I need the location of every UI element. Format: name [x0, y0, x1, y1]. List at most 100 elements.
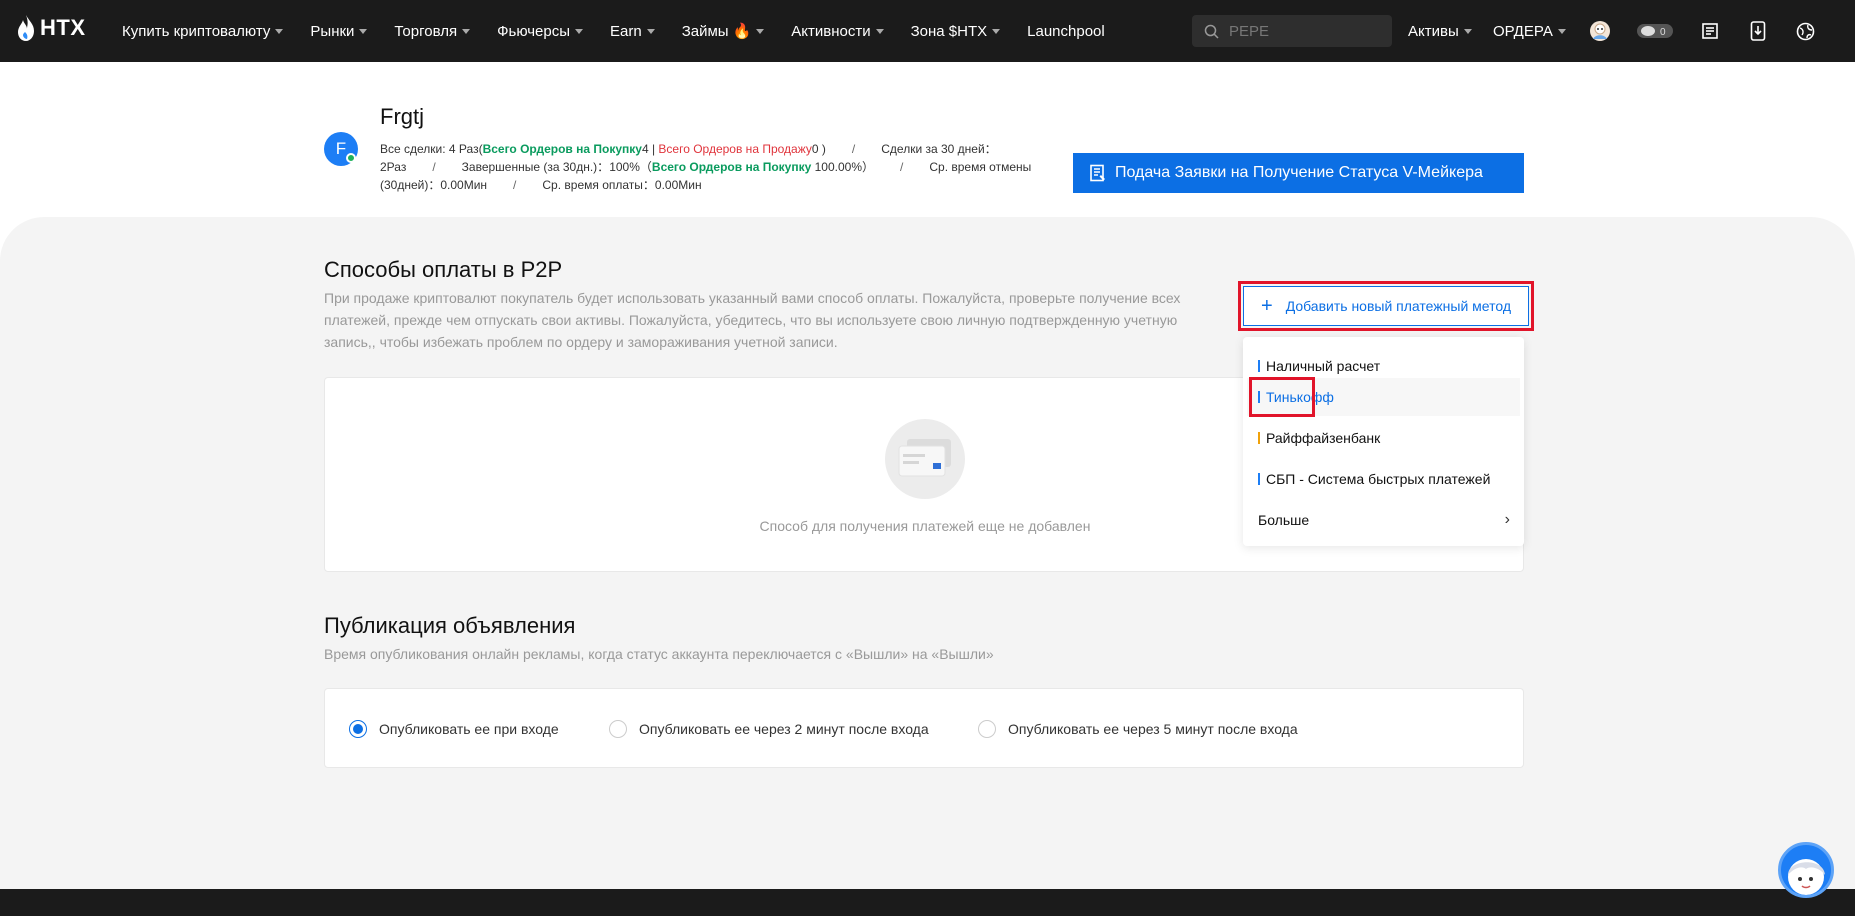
option-label: Райффайзенбанк	[1266, 430, 1381, 446]
slash-separator: /	[851, 142, 856, 156]
merchant-stats: Все сделки: 4 Раз(Всего Ордеров на Покуп…	[380, 140, 1072, 194]
plus-icon: +	[1261, 295, 1273, 317]
menu-activities[interactable]: Активности	[791, 22, 884, 40]
orders-label: ОРДЕРА	[1493, 22, 1553, 40]
top-navbar: HTX Купить криптовалюту Рынки Торговля Ф…	[0, 0, 1855, 62]
brand-name: HTX	[40, 15, 86, 40]
caret-down-icon	[646, 28, 655, 34]
download-app-icon[interactable]	[1746, 19, 1770, 43]
menu-loans[interactable]: Займы 🔥	[682, 22, 765, 40]
caret-down-icon	[875, 28, 884, 34]
total-buy-value: 4	[641, 142, 649, 156]
menu-earn[interactable]: Earn	[610, 23, 655, 40]
menu-trade[interactable]: Торговля	[394, 22, 471, 40]
slash-separator: /	[513, 178, 517, 192]
slash-separator: /	[900, 160, 904, 174]
radio-label: Опубликовать ее через 2 минут после вход…	[639, 721, 929, 737]
fire-icon: 🔥	[732, 23, 752, 40]
radio-selected-icon	[349, 720, 367, 738]
caret-down-icon	[992, 28, 1001, 34]
menu-futures[interactable]: Фьючерсы	[497, 22, 584, 40]
menu-label: Торговля	[394, 22, 458, 40]
publication-options-card: Опубликовать ее при входе Опубликовать е…	[324, 688, 1524, 768]
open-paren: （	[639, 160, 652, 174]
publish-after-2min-radio[interactable]: Опубликовать ее через 2 минут после вход…	[609, 720, 929, 738]
menu-label: Активности	[791, 22, 871, 40]
menu-label: Займы	[681, 22, 729, 40]
search-input[interactable]	[1229, 22, 1379, 40]
pipe-separator: |	[648, 142, 659, 156]
caret-down-icon	[275, 28, 284, 34]
radio-unselected-icon	[978, 720, 996, 738]
radio-label: Опубликовать ее при входе	[379, 721, 559, 737]
option-marker	[1258, 360, 1260, 372]
avg-cancel-value: 0.00Мин	[440, 178, 488, 192]
menu-label: Фьючерсы	[497, 22, 571, 40]
add-payment-method-label: Добавить новый платежный метод	[1285, 298, 1512, 314]
payment-methods-title: Способы оплаты в P2P	[324, 257, 563, 282]
option-label: Наличный расчет	[1266, 358, 1381, 374]
caret-down-icon	[1557, 28, 1566, 34]
empty-card-illustration-icon	[885, 419, 965, 499]
main-menu: Купить криптовалюту Рынки Торговля Фьюче…	[122, 0, 1132, 62]
publish-on-login-radio[interactable]: Опубликовать ее при входе	[349, 720, 559, 738]
total-sell-value: 0	[811, 142, 819, 156]
menu-label: Купить криптовалюту	[122, 22, 271, 40]
completed-buy-value: 100.00%	[814, 160, 862, 174]
close-paren: )	[818, 142, 826, 156]
completed-value: 100%	[609, 160, 640, 174]
ad-publication-description: Время опубликования онлайн рекламы, когд…	[324, 646, 994, 662]
completed-buy-label: Всего Ордеров на Покупку	[651, 160, 812, 174]
trades-30d-label: Сделки за 30 дней：	[881, 142, 997, 156]
payment-option-raiffeisen[interactable]: Райффайзенбанк	[1243, 419, 1524, 457]
vip-badge-icon[interactable]: 0	[1636, 19, 1674, 43]
support-chat-avatar-icon[interactable]	[1778, 842, 1834, 898]
radio-unselected-icon	[609, 720, 627, 738]
option-marker	[1258, 473, 1260, 485]
menu-buy-crypto[interactable]: Купить криптовалюту	[122, 22, 284, 40]
payment-option-more[interactable]: Больше ›	[1243, 501, 1524, 539]
slash-separator: /	[432, 160, 436, 174]
close-paren: ）	[862, 160, 875, 174]
add-payment-method-button[interactable]: + Добавить новый платежный метод	[1243, 286, 1529, 326]
payment-option-sbp[interactable]: СБП - Система быстрых платежей	[1243, 460, 1524, 498]
user-avatar-icon[interactable]	[1588, 19, 1612, 43]
completed-label: Завершенные (за 30дн.)：	[461, 160, 610, 174]
search-icon	[1204, 24, 1219, 39]
online-status-dot	[346, 153, 356, 163]
menu-markets[interactable]: Рынки	[310, 22, 368, 40]
avatar-initial: F	[335, 139, 347, 158]
flame-logo-icon	[18, 15, 34, 41]
option-label: СБП - Система быстрых платежей	[1266, 471, 1491, 487]
option-marker	[1258, 432, 1260, 444]
avg-pay-label: Ср. время оплаты：	[542, 178, 655, 192]
orders-list-icon[interactable]	[1698, 19, 1722, 43]
language-globe-icon[interactable]	[1793, 19, 1817, 43]
menu-label: Рынки	[310, 22, 355, 40]
ad-publication-title: Публикация объявления	[324, 613, 576, 638]
apply-vmaker-button[interactable]: Подача Заявки на Получение Статуса V-Мей…	[1073, 153, 1524, 193]
total-buy-label: Всего Ордеров на Покупку	[482, 142, 642, 156]
search-box[interactable]	[1192, 15, 1392, 47]
assets-label: Активы	[1408, 22, 1459, 40]
caret-down-icon	[756, 28, 765, 34]
caret-down-icon	[462, 28, 471, 34]
caret-down-icon	[575, 28, 584, 34]
orders-menu[interactable]: ОРДЕРА	[1493, 0, 1566, 62]
payment-methods-description: При продаже криптовалют покупатель будет…	[324, 290, 1181, 350]
publish-after-5min-radio[interactable]: Опубликовать ее через 5 минут после вход…	[978, 720, 1298, 738]
menu-label: Launchpool	[1027, 22, 1105, 40]
menu-htx-zone[interactable]: Зона $HTX	[911, 23, 1001, 40]
menu-launchpool[interactable]: Launchpool	[1027, 23, 1105, 40]
menu-label: Зона $HTX	[910, 22, 988, 40]
vmaker-button-label: Подача Заявки на Получение Статуса V-Мей…	[1115, 164, 1483, 181]
chevron-right-icon: ›	[1504, 511, 1510, 528]
merchant-username: Frgtj	[380, 104, 424, 129]
more-label: Больше	[1258, 512, 1310, 528]
assets-menu[interactable]: Активы	[1408, 0, 1472, 62]
trades-30d-value: 2Раз	[380, 160, 407, 174]
svg-text:0: 0	[1660, 27, 1666, 38]
all-trades-label: Все сделки: 4 Раз(	[380, 142, 483, 156]
htx-logo[interactable]: HTX	[16, 14, 86, 42]
avg-pay-value: 0.00Мин	[654, 178, 702, 192]
